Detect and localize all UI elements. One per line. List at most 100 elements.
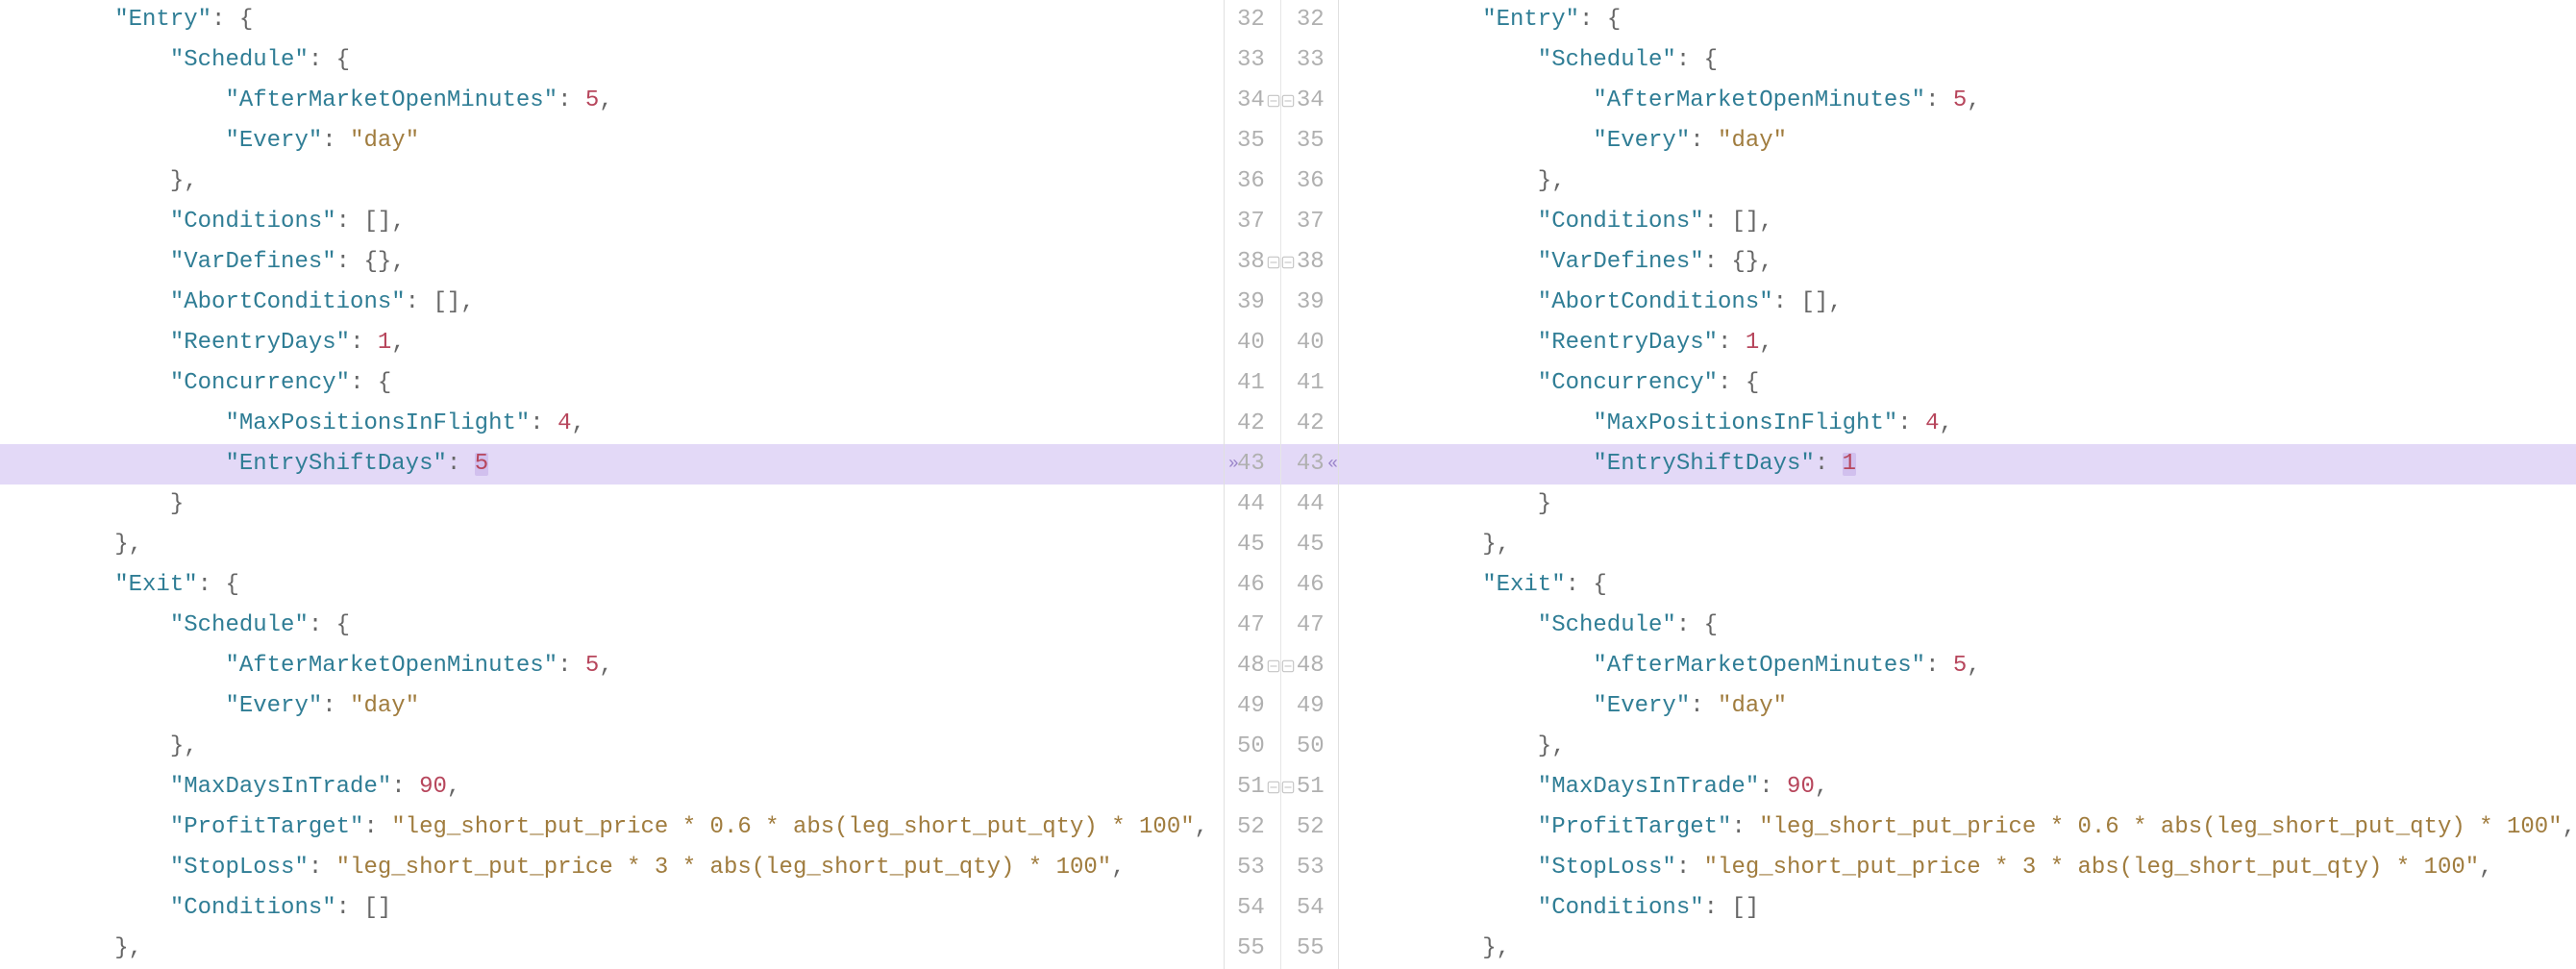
line-number-left[interactable]: 50 bbox=[1225, 727, 1281, 767]
code-line-left[interactable]: "AfterMarketOpenMinutes": 5, bbox=[0, 81, 1224, 121]
code-line-right[interactable]: "MaxDaysInTrade": 90, bbox=[1339, 767, 2576, 808]
code-line-left[interactable]: "Conditions": [] bbox=[0, 888, 1224, 929]
line-number-right[interactable]: 47 bbox=[1281, 606, 1338, 646]
line-number-left[interactable]: 47 bbox=[1225, 606, 1281, 646]
code-line-right[interactable]: "ReentryDays": 1, bbox=[1339, 323, 2576, 363]
code-line-left[interactable]: "StopLoss": "leg_short_put_price * 3 * a… bbox=[0, 848, 1224, 888]
line-number-left[interactable]: 45 bbox=[1225, 525, 1281, 565]
line-number-left[interactable]: 52 bbox=[1225, 808, 1281, 848]
line-number-right[interactable]: 53 bbox=[1281, 848, 1338, 888]
code-line-left[interactable]: "Exit": { bbox=[0, 565, 1224, 606]
code-line-right[interactable]: "Conditions": [], bbox=[1339, 202, 2576, 242]
code-line-left[interactable]: "Entry": { bbox=[0, 0, 1224, 40]
code-line-left[interactable]: "ReentryDays": 1, bbox=[0, 323, 1224, 363]
code-line-right[interactable]: }, bbox=[1339, 727, 2576, 767]
line-number-left[interactable]: 38 bbox=[1225, 242, 1281, 283]
code-line-left[interactable]: "Concurrency": { bbox=[0, 363, 1224, 404]
line-number-right[interactable]: 48 bbox=[1281, 646, 1338, 686]
code-line-left[interactable]: "AbortConditions": [], bbox=[0, 283, 1224, 323]
code-line-left[interactable]: }, bbox=[0, 162, 1224, 202]
line-number-left[interactable]: 34 bbox=[1225, 81, 1281, 121]
line-number-right[interactable]: 50 bbox=[1281, 727, 1338, 767]
code-line-left[interactable]: "Schedule": { bbox=[0, 606, 1224, 646]
code-line-left[interactable]: "MaxPositionsInFlight": 4, bbox=[0, 404, 1224, 444]
code-line-right[interactable]: "EntryShiftDays": 1 bbox=[1339, 444, 2576, 484]
line-number-right[interactable]: 36 bbox=[1281, 162, 1338, 202]
line-number-right[interactable]: 42 bbox=[1281, 404, 1338, 444]
code-line-right[interactable]: "Every": "day" bbox=[1339, 121, 2576, 162]
code-line-right[interactable]: }, bbox=[1339, 162, 2576, 202]
line-number-left[interactable]: 55 bbox=[1225, 929, 1281, 969]
code-line-right[interactable]: } bbox=[1339, 484, 2576, 525]
line-number-left[interactable]: 40 bbox=[1225, 323, 1281, 363]
code-line-left[interactable]: "Schedule": { bbox=[0, 40, 1224, 81]
line-number-right[interactable]: 46 bbox=[1281, 565, 1338, 606]
line-number-right[interactable]: 35 bbox=[1281, 121, 1338, 162]
code-line-left[interactable]: "VarDefines": {}, bbox=[0, 242, 1224, 283]
line-number-left[interactable]: 53 bbox=[1225, 848, 1281, 888]
line-number-left[interactable]: 51 bbox=[1225, 767, 1281, 808]
line-number-left[interactable]: 36 bbox=[1225, 162, 1281, 202]
line-number-left[interactable]: 54 bbox=[1225, 888, 1281, 929]
fold-icon[interactable] bbox=[1279, 779, 1297, 796]
line-number-right[interactable]: 52 bbox=[1281, 808, 1338, 848]
line-number-right[interactable]: 33 bbox=[1281, 40, 1338, 81]
line-number-left[interactable]: 32 bbox=[1225, 0, 1281, 40]
code-line-left[interactable]: }, bbox=[0, 929, 1224, 969]
line-number-right[interactable]: 39 bbox=[1281, 283, 1338, 323]
diff-arrow-left-icon[interactable]: » bbox=[1228, 456, 1235, 474]
line-number-right[interactable]: 37 bbox=[1281, 202, 1338, 242]
code-line-left[interactable]: "Conditions": [], bbox=[0, 202, 1224, 242]
diff-arrow-right-icon[interactable]: « bbox=[1327, 456, 1334, 474]
code-line-left[interactable]: } bbox=[0, 484, 1224, 525]
code-line-right[interactable]: "Every": "day" bbox=[1339, 686, 2576, 727]
line-number-right[interactable]: 41 bbox=[1281, 363, 1338, 404]
line-number-right[interactable]: 43« bbox=[1281, 444, 1338, 484]
code-line-right[interactable]: "AbortConditions": [], bbox=[1339, 283, 2576, 323]
line-number-right[interactable]: 40 bbox=[1281, 323, 1338, 363]
line-number-left[interactable]: 46 bbox=[1225, 565, 1281, 606]
code-line-left[interactable]: "Every": "day" bbox=[0, 121, 1224, 162]
line-number-right[interactable]: 38 bbox=[1281, 242, 1338, 283]
diff-gutter-column[interactable]: 3232333334343535363637373838393940404141… bbox=[1224, 0, 1339, 969]
code-line-right[interactable]: "MaxPositionsInFlight": 4, bbox=[1339, 404, 2576, 444]
line-number-left[interactable]: 44 bbox=[1225, 484, 1281, 525]
code-line-left[interactable]: }, bbox=[0, 727, 1224, 767]
code-line-left[interactable]: "ProfitTarget": "leg_short_put_price * 0… bbox=[0, 808, 1224, 848]
line-number-left[interactable]: 41 bbox=[1225, 363, 1281, 404]
fold-icon[interactable] bbox=[1279, 658, 1297, 675]
code-line-right[interactable]: "Entry": { bbox=[1339, 0, 2576, 40]
fold-icon[interactable] bbox=[1279, 92, 1297, 110]
line-number-right[interactable]: 49 bbox=[1281, 686, 1338, 727]
code-line-left[interactable]: }, bbox=[0, 525, 1224, 565]
diff-right-pane[interactable]: "Entry": { "Schedule": { "AfterMarketOpe… bbox=[1339, 0, 2576, 969]
code-line-right[interactable]: "Exit": { bbox=[1339, 565, 2576, 606]
code-line-left[interactable]: "EntryShiftDays": 5 bbox=[0, 444, 1224, 484]
code-line-right[interactable]: "ProfitTarget": "leg_short_put_price * 0… bbox=[1339, 808, 2576, 848]
fold-icon[interactable] bbox=[1279, 254, 1297, 271]
code-line-right[interactable]: "AfterMarketOpenMinutes": 5, bbox=[1339, 646, 2576, 686]
code-line-right[interactable]: "Schedule": { bbox=[1339, 40, 2576, 81]
line-number-right[interactable]: 34 bbox=[1281, 81, 1338, 121]
code-line-right[interactable]: }, bbox=[1339, 929, 2576, 969]
code-line-left[interactable]: "AfterMarketOpenMinutes": 5, bbox=[0, 646, 1224, 686]
code-line-right[interactable]: "VarDefines": {}, bbox=[1339, 242, 2576, 283]
line-number-left[interactable]: 35 bbox=[1225, 121, 1281, 162]
code-line-right[interactable]: "AfterMarketOpenMinutes": 5, bbox=[1339, 81, 2576, 121]
line-number-left[interactable]: 39 bbox=[1225, 283, 1281, 323]
line-number-right[interactable]: 51 bbox=[1281, 767, 1338, 808]
line-number-left[interactable]: 48 bbox=[1225, 646, 1281, 686]
line-number-left[interactable]: 33 bbox=[1225, 40, 1281, 81]
line-number-right[interactable]: 44 bbox=[1281, 484, 1338, 525]
diff-left-pane[interactable]: "Entry": { "Schedule": { "AfterMarketOpe… bbox=[0, 0, 1224, 969]
code-line-right[interactable]: "Schedule": { bbox=[1339, 606, 2576, 646]
code-line-right[interactable]: "Conditions": [] bbox=[1339, 888, 2576, 929]
line-number-right[interactable]: 54 bbox=[1281, 888, 1338, 929]
line-number-left[interactable]: 42 bbox=[1225, 404, 1281, 444]
code-line-right[interactable]: "Concurrency": { bbox=[1339, 363, 2576, 404]
code-line-left[interactable]: "Every": "day" bbox=[0, 686, 1224, 727]
line-number-left[interactable]: 43» bbox=[1225, 444, 1281, 484]
code-line-right[interactable]: "StopLoss": "leg_short_put_price * 3 * a… bbox=[1339, 848, 2576, 888]
line-number-right[interactable]: 55 bbox=[1281, 929, 1338, 969]
line-number-left[interactable]: 37 bbox=[1225, 202, 1281, 242]
